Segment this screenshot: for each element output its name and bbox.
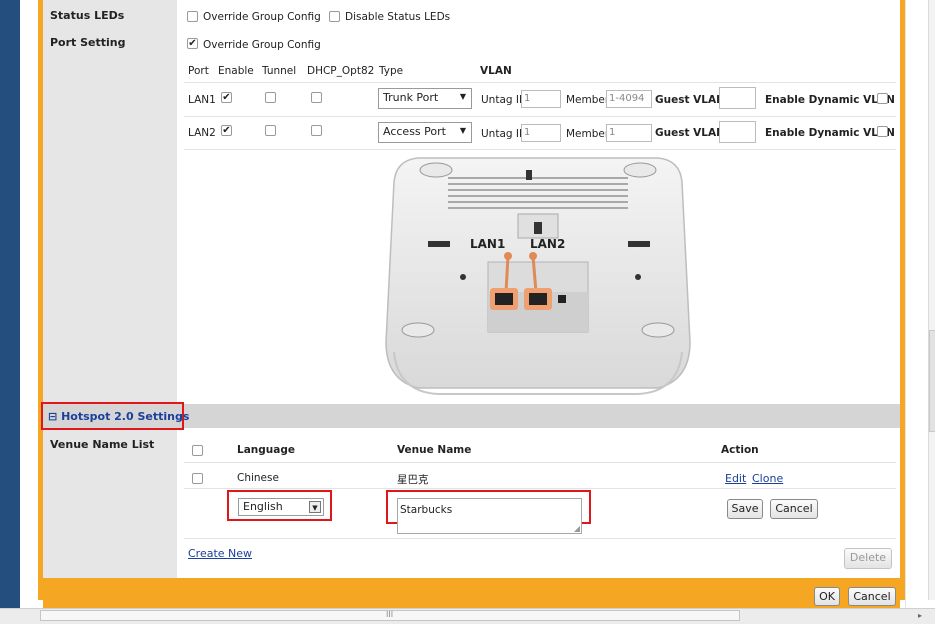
port-setting-label: Port Setting [50,36,126,49]
vertical-scroll-thumb[interactable] [929,330,935,432]
footer-cancel-button[interactable]: Cancel [848,587,896,606]
port-setting-override-label: Override Group Config [203,39,321,51]
create-new-link[interactable]: Create New [188,547,252,560]
dropdown-arrow-icon: ▼ [459,92,466,101]
lan2-image-label: LAN2 [530,237,565,251]
row-divider [184,488,896,489]
lan2-dhcp-checkbox[interactable] [311,125,322,136]
resize-handle-icon[interactable]: ◢ [574,524,580,533]
lan2-guest-vlan-label: Guest VLAN [655,127,725,139]
row-divider [184,538,896,539]
collapse-icon[interactable]: ⊟ [48,410,57,423]
hotspot-toggle[interactable]: ⊟ Hotspot 2.0 Settings [48,410,189,423]
venue-clone-link[interactable]: Clone [752,472,783,485]
lan2-tunnel-checkbox[interactable] [265,125,276,136]
lan1-type-select[interactable]: Trunk Port ▼ [378,88,472,109]
lan1-enable-checkbox[interactable] [221,92,232,103]
col-header-tunnel: Tunnel [262,65,297,77]
hotspot-title[interactable]: Hotspot 2.0 Settings [61,410,189,423]
cancel-edit-button[interactable]: Cancel [770,499,818,519]
scroll-grip-icon: III [386,610,394,619]
col-header-dhcp: DHCP_Opt82 [307,65,375,77]
dropdown-arrow-icon: ▼ [459,126,466,135]
port-setting-override-checkbox[interactable] [187,38,198,49]
lan2-untag-input[interactable]: 1 [521,124,561,142]
col-header-enable: Enable [218,65,254,77]
col-header-port: Port [188,65,209,77]
venue-name-list-label: Venue Name List [50,438,155,451]
venue-row-language: Chinese [237,472,279,484]
lan1-untag-input[interactable]: 1 [521,90,561,108]
language-select-value: English [243,500,283,513]
dropdown-arrow-icon[interactable]: ▼ [309,501,321,513]
label-column [43,0,177,578]
lan2-enable-checkbox[interactable] [221,125,232,136]
language-select[interactable]: English ▼ [238,498,324,516]
vertical-scrollbar[interactable] [928,0,935,600]
scroll-right-arrow-icon[interactable]: ▸ [918,611,928,621]
lan1-type-value: Trunk Port [383,91,439,104]
lan2-guest-vlan-input[interactable] [719,121,756,143]
row-divider [184,82,896,83]
save-button[interactable]: Save [727,499,763,519]
left-nav-bar [0,0,20,623]
lan2-members-input[interactable]: 1 [606,124,652,142]
lan1-guest-vlan-label: Guest VLAN [655,94,725,106]
lan2-dynamic-vlan-checkbox[interactable] [877,126,888,137]
status-leds-label: Status LEDs [50,9,125,22]
lan1-dynamic-vlan-label: Enable Dynamic VLAN [765,94,895,106]
row-divider [184,149,896,150]
lan2-dynamic-vlan-label: Enable Dynamic VLAN [765,127,895,139]
col-header-type: Type [379,65,404,77]
disable-status-leds-checkbox[interactable] [329,11,340,22]
lan2-type-value: Access Port [383,125,446,138]
delete-button[interactable]: Delete [844,548,892,569]
venue-row-name: 星巴克 [397,474,429,486]
venue-name-value: Starbucks [400,504,453,516]
status-leds-override-checkbox[interactable] [187,11,198,22]
lan1-port-label: LAN1 [188,94,216,106]
lan1-image-label: LAN1 [470,237,505,251]
lan1-tunnel-checkbox[interactable] [265,92,276,103]
row-divider [184,462,896,463]
lan1-dhcp-checkbox[interactable] [311,92,322,103]
row-divider [184,116,896,117]
status-leds-override-label: Override Group Config [203,11,321,23]
disable-status-leds-label: Disable Status LEDs [345,11,451,23]
col-header-venue-name: Venue Name [397,444,472,456]
venue-row-checkbox[interactable] [192,473,203,484]
venue-edit-link[interactable]: Edit [725,472,746,485]
col-header-action: Action [721,444,759,456]
ok-button[interactable]: OK [814,587,840,606]
venue-select-all-checkbox[interactable] [192,445,203,456]
lan2-type-select[interactable]: Access Port ▼ [378,122,472,143]
lan2-port-label: LAN2 [188,127,216,139]
footer-bar [43,578,900,608]
col-header-vlan: VLAN [480,65,512,77]
venue-name-textarea[interactable]: Starbucks ◢ [397,498,582,534]
left-gap [20,0,38,623]
access-point-image: LAN1 LAN2 [385,157,691,395]
lan1-members-input[interactable]: 1-4094 [606,90,652,108]
lan1-guest-vlan-input[interactable] [719,87,756,109]
col-header-language: Language [237,444,295,456]
lan1-dynamic-vlan-checkbox[interactable] [877,93,888,104]
